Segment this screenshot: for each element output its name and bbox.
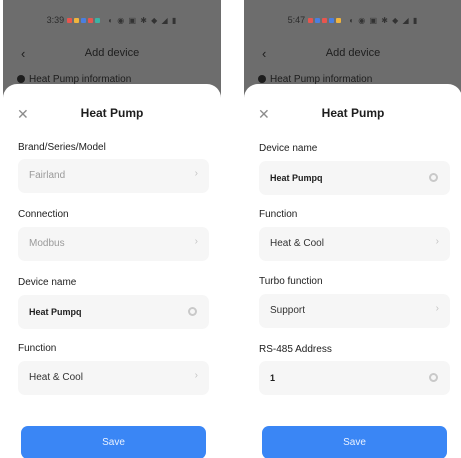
notification-blue-icon <box>81 17 87 23</box>
notification-icons <box>308 17 342 23</box>
notification-teal-icon <box>95 17 101 23</box>
chevron-right-icon: › <box>194 370 198 381</box>
brand-series-model-select[interactable]: Fairland › <box>18 159 209 193</box>
notification-icons <box>67 17 101 23</box>
device-name-label: Device name <box>18 277 77 288</box>
chevron-right-icon: › <box>194 236 198 247</box>
rs485-address-label: RS-485 Address <box>259 344 332 355</box>
notification-red-icon <box>322 17 328 23</box>
function-label: Function <box>18 343 57 354</box>
phone-screen-right: 5:47 ◐ ◉ ▣ ✱ ◆ ◢ ▮ ‹ Add device Heat Pum… <box>244 0 461 458</box>
chevron-right-icon: › <box>435 236 439 247</box>
device-name-label: Device name <box>259 143 318 154</box>
bottom-sheet: ✕ Heat Pump Brand/Series/Model Fairland … <box>3 84 221 458</box>
save-button[interactable]: Save <box>262 426 447 458</box>
notification-blue-icon <box>315 17 321 23</box>
brand-series-model-label: Brand/Series/Model <box>18 142 106 153</box>
section-bullet-icon <box>17 75 25 83</box>
section-bullet-icon <box>258 75 266 83</box>
function-label: Function <box>259 209 298 220</box>
nav-title: Add device <box>325 47 381 59</box>
function-value: Heat & Cool <box>29 372 83 383</box>
function-value: Heat & Cool <box>270 238 324 249</box>
function-select[interactable]: Heat & Cool › <box>259 227 450 261</box>
notification-red-icon <box>308 17 314 23</box>
phone-screen-left: 3:39 ◐ ◉ ▣ ✱ ◆ ◢ ▮ ‹ Add device Heat Pum… <box>3 0 221 458</box>
sheet-header: ✕ Heat Pump <box>244 104 461 124</box>
status-time: 3:39 <box>46 15 65 25</box>
sheet-header: ✕ Heat Pump <box>3 104 221 124</box>
nav-title: Add device <box>84 47 140 59</box>
status-bar: 5:47 ◐ ◉ ▣ ✱ ◆ ◢ ▮ <box>244 0 461 40</box>
clear-icon[interactable] <box>429 373 438 382</box>
brand-series-model-value: Fairland <box>29 170 66 181</box>
notification-red-icon <box>88 17 94 23</box>
connection-label: Connection <box>18 209 69 220</box>
connection-value: Modbus <box>29 238 65 249</box>
system-status-icons: ◐ ◉ ▣ ✱ ◆ ◢ ▮ <box>108 15 178 25</box>
device-name-value: Heat Pumpq <box>29 307 82 317</box>
background-nav-bar: ‹ Add device <box>244 44 461 64</box>
bottom-sheet: ✕ Heat Pump Device name Heat Pumpq Funct… <box>244 84 461 458</box>
chevron-right-icon: › <box>194 168 198 179</box>
status-bar: 3:39 ◐ ◉ ▣ ✱ ◆ ◢ ▮ <box>3 0 221 40</box>
turbo-function-select[interactable]: Support › <box>259 294 450 328</box>
notification-yellow-icon <box>336 17 342 23</box>
turbo-function-value: Support <box>270 305 306 316</box>
notification-blue-icon <box>329 17 335 23</box>
notification-red-icon <box>67 17 73 23</box>
turbo-function-label: Turbo function <box>259 276 323 287</box>
connection-select[interactable]: Modbus › <box>18 227 209 261</box>
notification-yellow-icon <box>74 17 80 23</box>
status-time: 5:47 <box>287 15 306 25</box>
chevron-right-icon: › <box>435 303 439 314</box>
device-name-input[interactable]: Heat Pumpq <box>259 161 450 195</box>
function-select[interactable]: Heat & Cool › <box>18 361 209 395</box>
rs485-address-value: 1 <box>270 373 276 383</box>
device-name-input[interactable]: Heat Pumpq <box>18 295 209 329</box>
sheet-title: Heat Pump <box>321 106 385 120</box>
save-button[interactable]: Save <box>21 426 206 458</box>
rs485-address-input[interactable]: 1 <box>259 361 450 395</box>
clear-icon[interactable] <box>188 307 197 316</box>
background-nav-bar: ‹ Add device <box>3 44 221 64</box>
device-name-value: Heat Pumpq <box>270 173 323 183</box>
clear-icon[interactable] <box>429 173 438 182</box>
sheet-title: Heat Pump <box>80 106 144 120</box>
system-status-icons: ◐ ◉ ▣ ✱ ◆ ◢ ▮ <box>349 15 419 25</box>
